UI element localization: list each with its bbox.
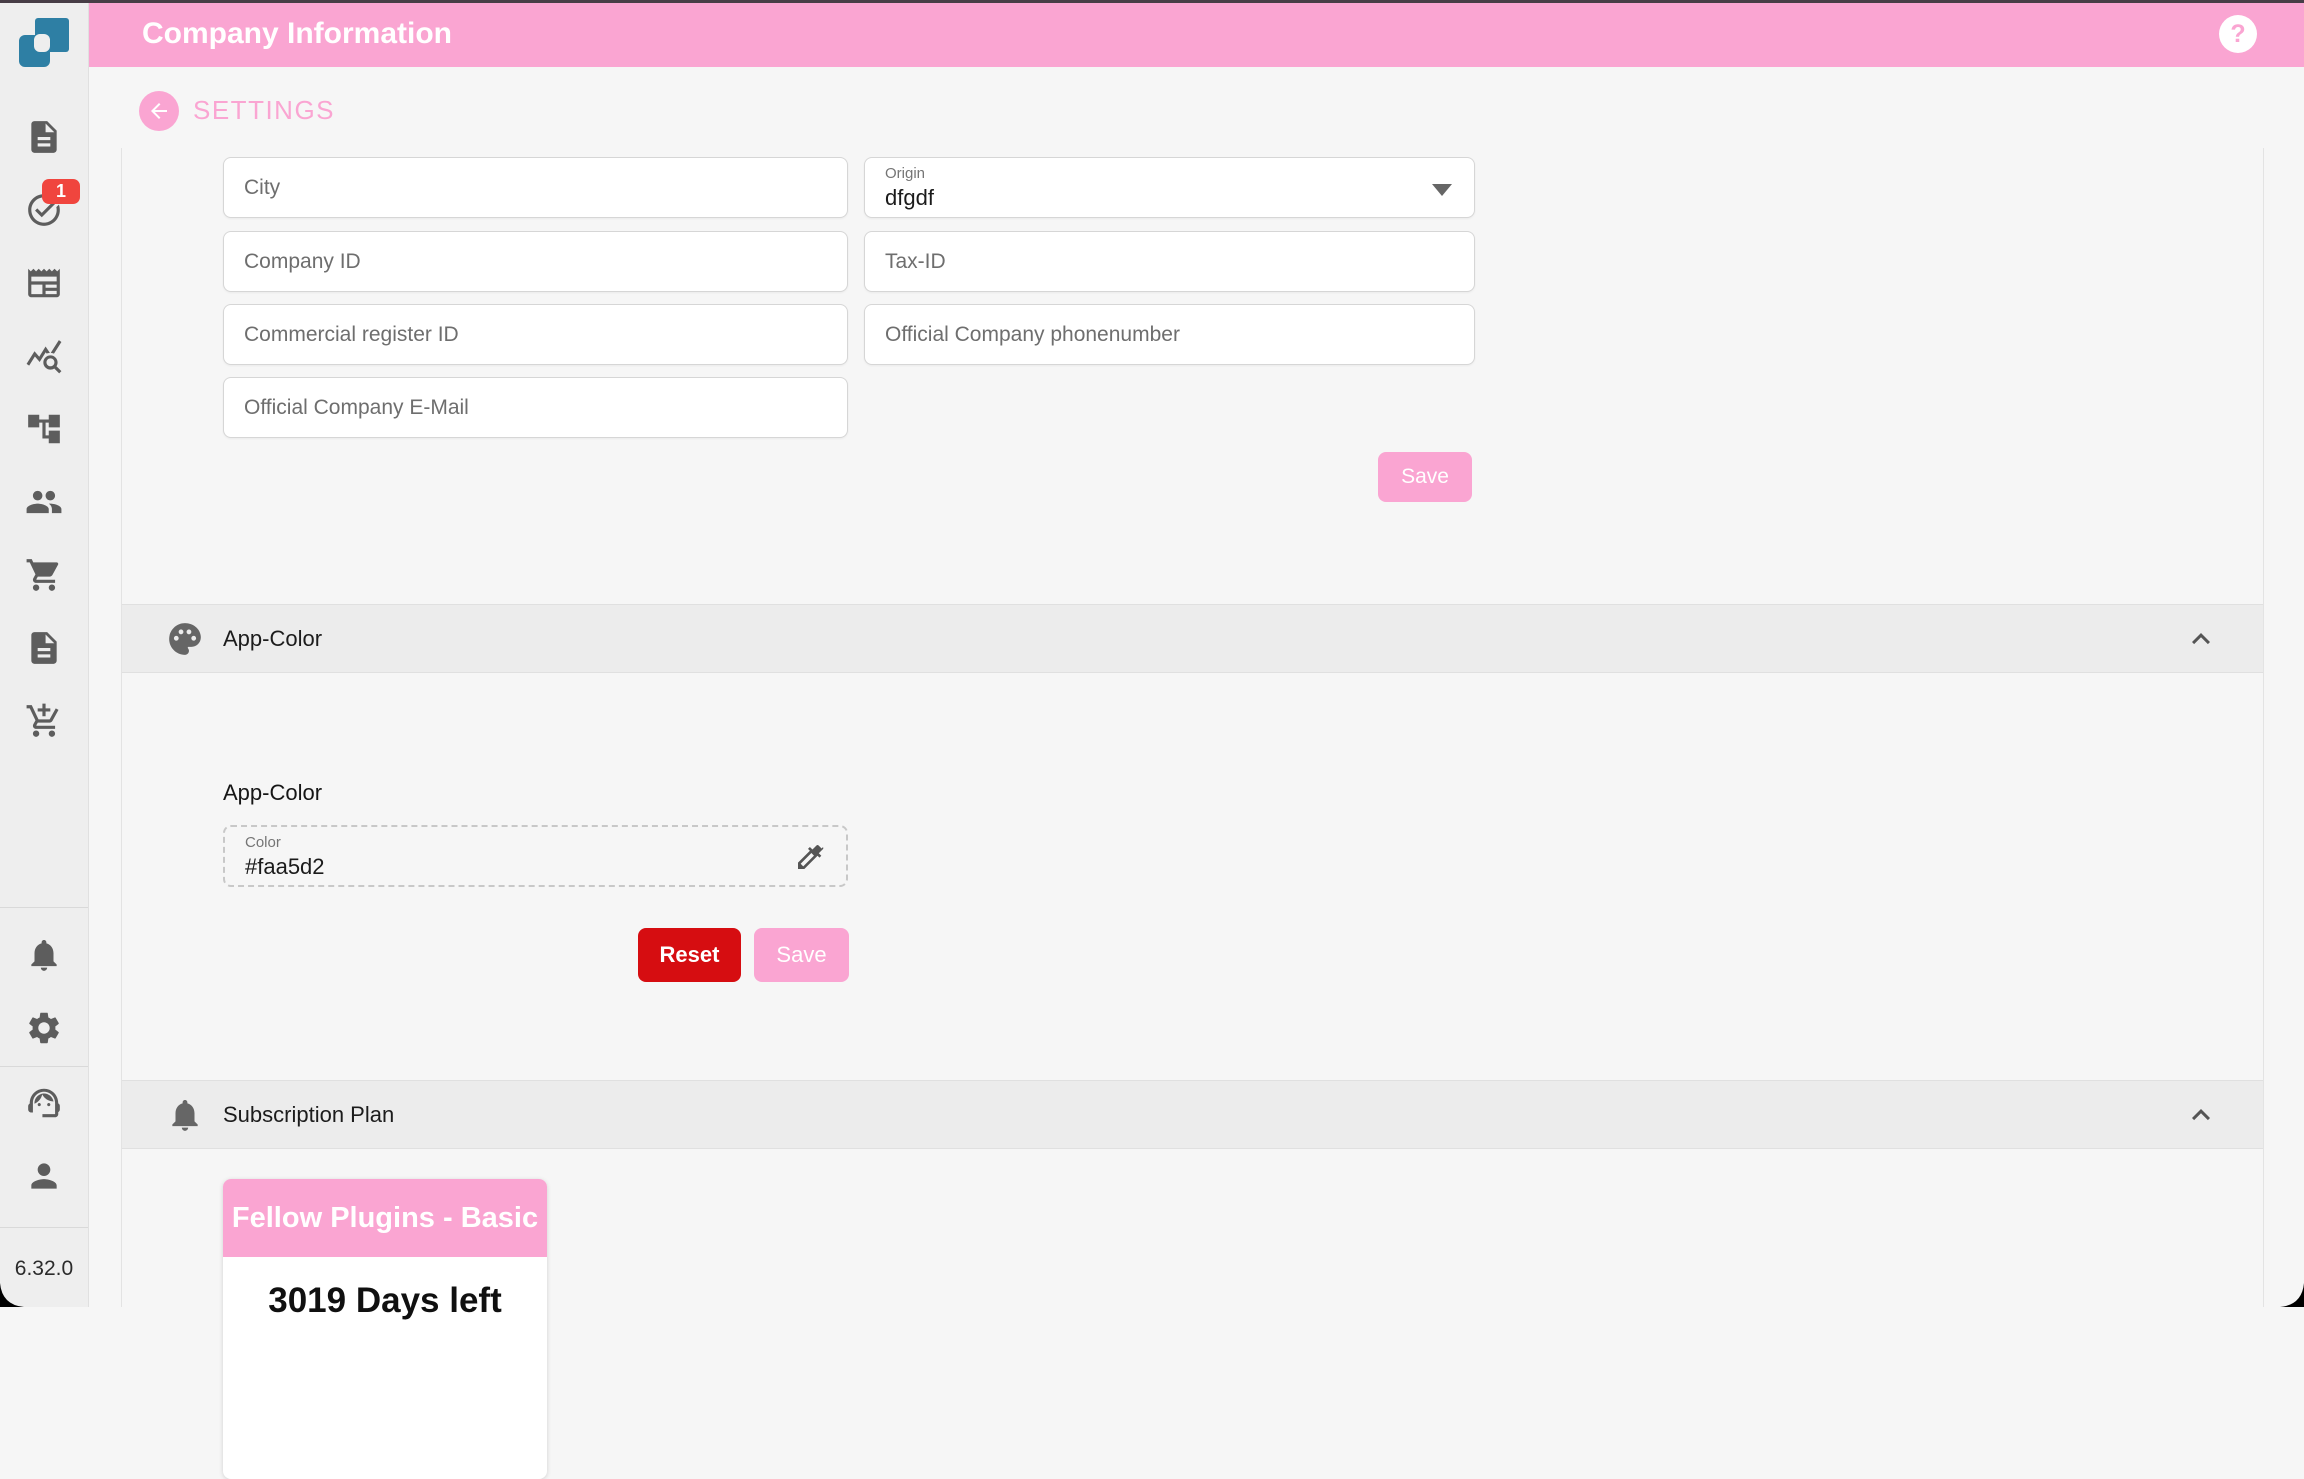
commercial-register-field[interactable] xyxy=(223,304,848,365)
screen-corner xyxy=(0,1283,24,1307)
arrow-left-icon xyxy=(147,99,171,123)
settings-content-card: Origin dfgdf Save App-Color App-Color Co… xyxy=(121,148,2264,1307)
analytics-search-icon xyxy=(25,337,63,375)
bell-icon xyxy=(25,936,63,974)
sidebar-item-tasks[interactable]: 1 xyxy=(0,173,88,246)
sidebar-item-settings[interactable] xyxy=(0,1009,88,1047)
newspaper-icon xyxy=(25,264,63,302)
sidebar-item-documents[interactable] xyxy=(0,100,88,173)
app-header: Company Information ? xyxy=(88,0,2304,67)
gear-icon xyxy=(25,1009,63,1047)
color-field-label: Color xyxy=(245,834,826,851)
sidebar-item-account[interactable] xyxy=(0,1157,88,1195)
sidebar-divider xyxy=(0,1227,88,1228)
people-icon xyxy=(25,483,63,521)
plan-name: Fellow Plugins - Basic xyxy=(223,1179,547,1257)
logo-icon xyxy=(17,15,71,69)
cart-icon xyxy=(25,556,63,594)
app-version: 6.32.0 xyxy=(0,1257,88,1281)
sidebar-nav: 1 xyxy=(0,100,88,757)
color-picker-field[interactable]: Color #faa5d2 xyxy=(223,825,848,887)
chevron-down-icon xyxy=(1432,184,1452,196)
plan-days-left: 3019 Days left xyxy=(223,1281,547,1321)
chevron-up-icon[interactable] xyxy=(2183,1097,2219,1133)
sidebar-item-news[interactable] xyxy=(0,246,88,319)
sidebar: 1 6.32.0 xyxy=(0,0,89,1307)
help-button[interactable]: ? xyxy=(2219,15,2257,53)
question-mark-icon: ? xyxy=(2230,20,2245,49)
origin-select[interactable]: Origin dfgdf xyxy=(864,157,1475,218)
subscription-plan-card: Fellow Plugins - Basic 3019 Days left xyxy=(223,1179,547,1479)
sidebar-item-customers[interactable] xyxy=(0,465,88,538)
back-button[interactable] xyxy=(139,91,179,131)
section-title-subscription: Subscription Plan xyxy=(223,1102,394,1128)
notification-badge: 1 xyxy=(42,179,80,204)
tax-id-field[interactable] xyxy=(864,231,1475,292)
breadcrumb: SETTINGS xyxy=(88,90,335,131)
person-icon xyxy=(25,1157,63,1195)
chevron-up-icon[interactable] xyxy=(2183,621,2219,657)
sidebar-item-support[interactable] xyxy=(0,1084,88,1122)
document-icon xyxy=(25,629,63,667)
company-phone-field[interactable] xyxy=(864,304,1475,365)
document-icon xyxy=(25,118,63,156)
cart-add-icon xyxy=(25,702,63,740)
eyedropper-icon[interactable] xyxy=(794,841,826,873)
color-save-button[interactable]: Save xyxy=(754,928,849,982)
screen-corner xyxy=(2280,1283,2304,1307)
company-email-field[interactable] xyxy=(223,377,848,438)
bell-icon xyxy=(166,1096,204,1134)
color-reset-button[interactable]: Reset xyxy=(638,928,741,982)
color-field-value: #faa5d2 xyxy=(245,854,826,880)
section-header-subscription[interactable]: Subscription Plan xyxy=(122,1080,2263,1149)
company-save-button[interactable]: Save xyxy=(1378,452,1472,502)
sidebar-item-purchase[interactable] xyxy=(0,684,88,757)
origin-select-value: dfgdf xyxy=(885,185,1454,211)
page-title: Company Information xyxy=(142,17,452,51)
sidebar-item-reports[interactable] xyxy=(0,611,88,684)
sidebar-divider xyxy=(0,907,88,908)
city-field[interactable] xyxy=(223,157,848,218)
palette-icon xyxy=(166,620,204,658)
sidebar-item-structure[interactable] xyxy=(0,392,88,465)
company-id-field[interactable] xyxy=(223,231,848,292)
sidebar-item-notifications[interactable] xyxy=(0,936,88,974)
section-header-app-color[interactable]: App-Color xyxy=(122,604,2263,673)
origin-select-label: Origin xyxy=(885,165,1454,182)
window-top-edge xyxy=(0,0,2304,3)
app-logo[interactable] xyxy=(17,15,71,69)
sidebar-divider xyxy=(0,1066,88,1067)
sidebar-item-shop[interactable] xyxy=(0,538,88,611)
section-title-app-color: App-Color xyxy=(223,626,322,652)
support-agent-icon xyxy=(25,1084,63,1122)
app-color-label: App-Color xyxy=(223,780,322,806)
tree-structure-icon xyxy=(25,410,63,448)
breadcrumb-label: SETTINGS xyxy=(193,95,335,126)
sidebar-item-analytics[interactable] xyxy=(0,319,88,392)
